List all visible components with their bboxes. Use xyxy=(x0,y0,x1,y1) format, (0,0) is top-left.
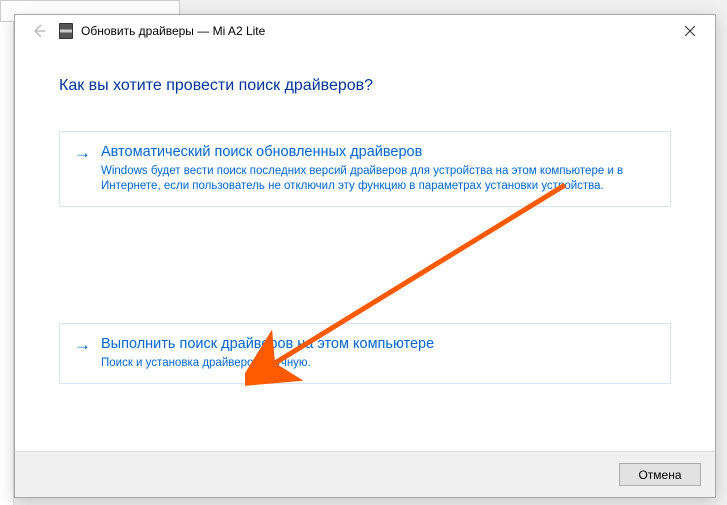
option-title: Автоматический поиск обновленных драйвер… xyxy=(101,142,656,162)
close-button[interactable] xyxy=(669,17,711,45)
back-button[interactable] xyxy=(29,21,49,41)
option-description: Поиск и установка драйверов вручную. xyxy=(101,356,656,371)
back-arrow-icon xyxy=(31,23,47,39)
cancel-button[interactable]: Отмена xyxy=(619,463,701,486)
arrow-right-icon: → xyxy=(74,335,91,355)
background-panel-edge xyxy=(0,22,14,505)
option-body: Выполнить поиск драйверов на этом компью… xyxy=(101,334,656,371)
option-body: Автоматический поиск обновленных драйвер… xyxy=(101,142,656,194)
options-spacer xyxy=(59,207,671,323)
option-manual-search[interactable]: → Выполнить поиск драйверов на этом комп… xyxy=(59,323,671,384)
dialog-content: Как вы хотите провести поиск драйверов? … xyxy=(15,47,715,394)
device-icon xyxy=(59,23,73,39)
dialog-title: Обновить драйверы — Mi A2 Lite xyxy=(81,24,669,38)
option-auto-search[interactable]: → Автоматический поиск обновленных драйв… xyxy=(59,131,671,207)
arrow-right-icon: → xyxy=(74,143,91,163)
dialog-footer: Отмена xyxy=(15,451,715,497)
option-title: Выполнить поиск драйверов на этом компью… xyxy=(101,334,656,354)
dialog-titlebar: Обновить драйверы — Mi A2 Lite xyxy=(15,15,715,47)
close-icon xyxy=(685,26,695,36)
option-description: Windows будет вести поиск последних верс… xyxy=(101,164,656,194)
page-heading: Как вы хотите провести поиск драйверов? xyxy=(59,77,671,95)
update-drivers-dialog: Обновить драйверы — Mi A2 Lite Как вы хо… xyxy=(14,14,716,498)
